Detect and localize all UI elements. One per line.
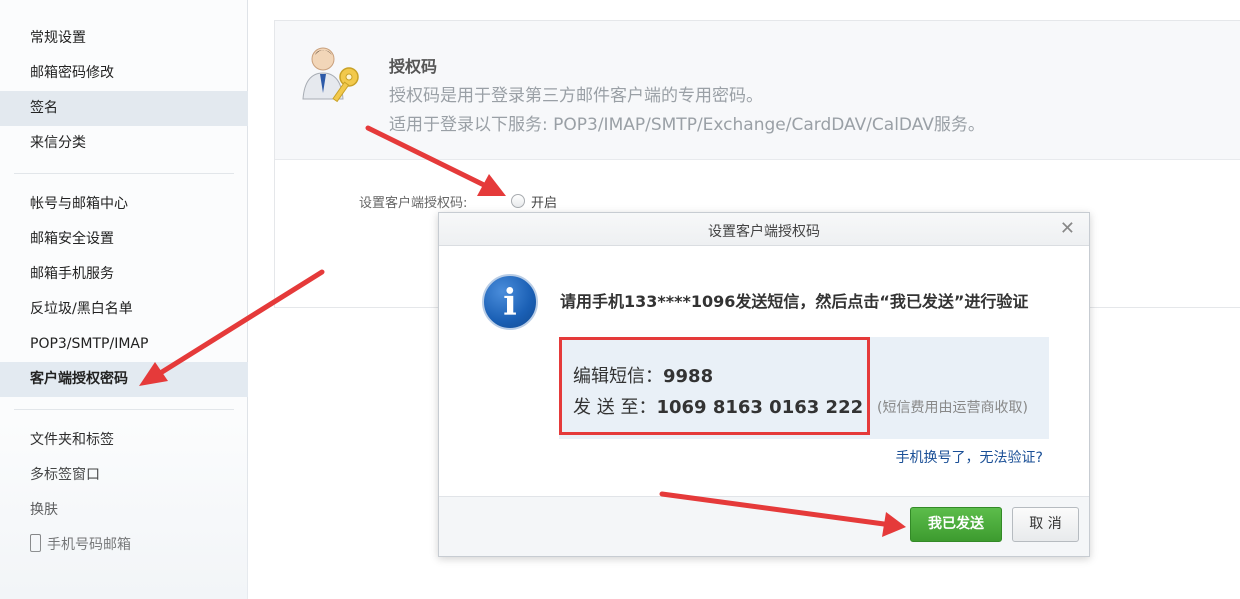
close-icon[interactable]: ✕ (1060, 219, 1075, 239)
sms-instructions: 编辑短信：9988 发 送 至：1069 8163 0163 222 (短信费用… (559, 337, 1049, 439)
user-key-icon (299, 43, 365, 109)
dialog-title: 设置客户端授权码 (708, 224, 820, 240)
sidebar-item-label: 手机号码邮箱 (47, 537, 131, 553)
enable-radio[interactable] (511, 194, 525, 208)
confirm-sent-button[interactable]: 我已发送 (910, 507, 1002, 542)
set-auth-code-dialog: 设置客户端授权码 ✕ i 请用手机133****1096发送短信，然后点击“我已… (438, 212, 1090, 557)
sidebar-item-mail-rules[interactable]: 来信分类 (0, 126, 248, 161)
auth-code-description: 授权码是用于登录第三方邮件客户端的专用密码。 (389, 86, 763, 106)
sidebar-divider (14, 409, 234, 410)
sms-fee-note: (短信费用由运营商收取) (877, 400, 1028, 416)
info-icon: i (482, 274, 538, 330)
cancel-button[interactable]: 取 消 (1012, 507, 1079, 542)
sms-recipient-label: 发 送 至： (573, 397, 657, 418)
sms-content-value: 9988 (663, 366, 714, 387)
sms-content-row: 编辑短信：9988 (573, 362, 713, 388)
auth-code-title: 授权码 (389, 57, 438, 76)
sidebar-item-client-auth-code[interactable]: 客户端授权密码 (0, 362, 248, 397)
sidebar-item-multi-tab[interactable]: 多标签窗口 (0, 458, 248, 493)
sidebar-item-antispam[interactable]: 反垃圾/黑白名单 (0, 292, 248, 327)
sidebar-divider (14, 173, 234, 174)
dialog-message: 请用手机133****1096发送短信，然后点击“我已发送”进行验证 (560, 292, 1029, 311)
sidebar-item-phone-mailbox[interactable]: 手机号码邮箱 (0, 528, 248, 563)
sms-recipient-row: 发 送 至：1069 8163 0163 222 (573, 393, 863, 419)
dialog-header: 设置客户端授权码 ✕ (439, 213, 1089, 246)
phone-icon (30, 534, 41, 552)
sidebar-item-signature[interactable]: 签名 (0, 91, 248, 126)
auth-code-header: 授权码 授权码是用于登录第三方邮件客户端的专用密码。 适用于登录以下服务: PO… (275, 21, 1240, 160)
sidebar-item-account-center[interactable]: 帐号与邮箱中心 (0, 187, 248, 222)
sidebar-item-password[interactable]: 邮箱密码修改 (0, 56, 248, 91)
sms-recipient-value: 1069 8163 0163 222 (656, 397, 864, 418)
phone-changed-link[interactable]: 手机换号了，无法验证? (896, 447, 1043, 467)
sidebar-item-skin[interactable]: 换肤 (0, 493, 248, 528)
sidebar-item-mobile-service[interactable]: 邮箱手机服务 (0, 257, 248, 292)
sms-content-label: 编辑短信： (573, 366, 663, 387)
dialog-footer: 我已发送 取 消 (439, 496, 1089, 556)
sidebar-item-security[interactable]: 邮箱安全设置 (0, 222, 248, 257)
settings-sidebar: 常规设置 邮箱密码修改 签名 来信分类 帐号与邮箱中心 邮箱安全设置 邮箱手机服… (0, 0, 248, 599)
enable-radio-label[interactable]: 开启 (531, 192, 557, 211)
sidebar-item-folders-labels[interactable]: 文件夹和标签 (0, 423, 248, 458)
sidebar-item-pop3-smtp-imap[interactable]: POP3/SMTP/IMAP (0, 327, 248, 362)
sidebar-item-general[interactable]: 常规设置 (0, 21, 248, 56)
setting-label: 设置客户端授权码: (359, 196, 468, 211)
auth-code-services: 适用于登录以下服务: POP3/IMAP/SMTP/Exchange/CardD… (389, 115, 985, 135)
